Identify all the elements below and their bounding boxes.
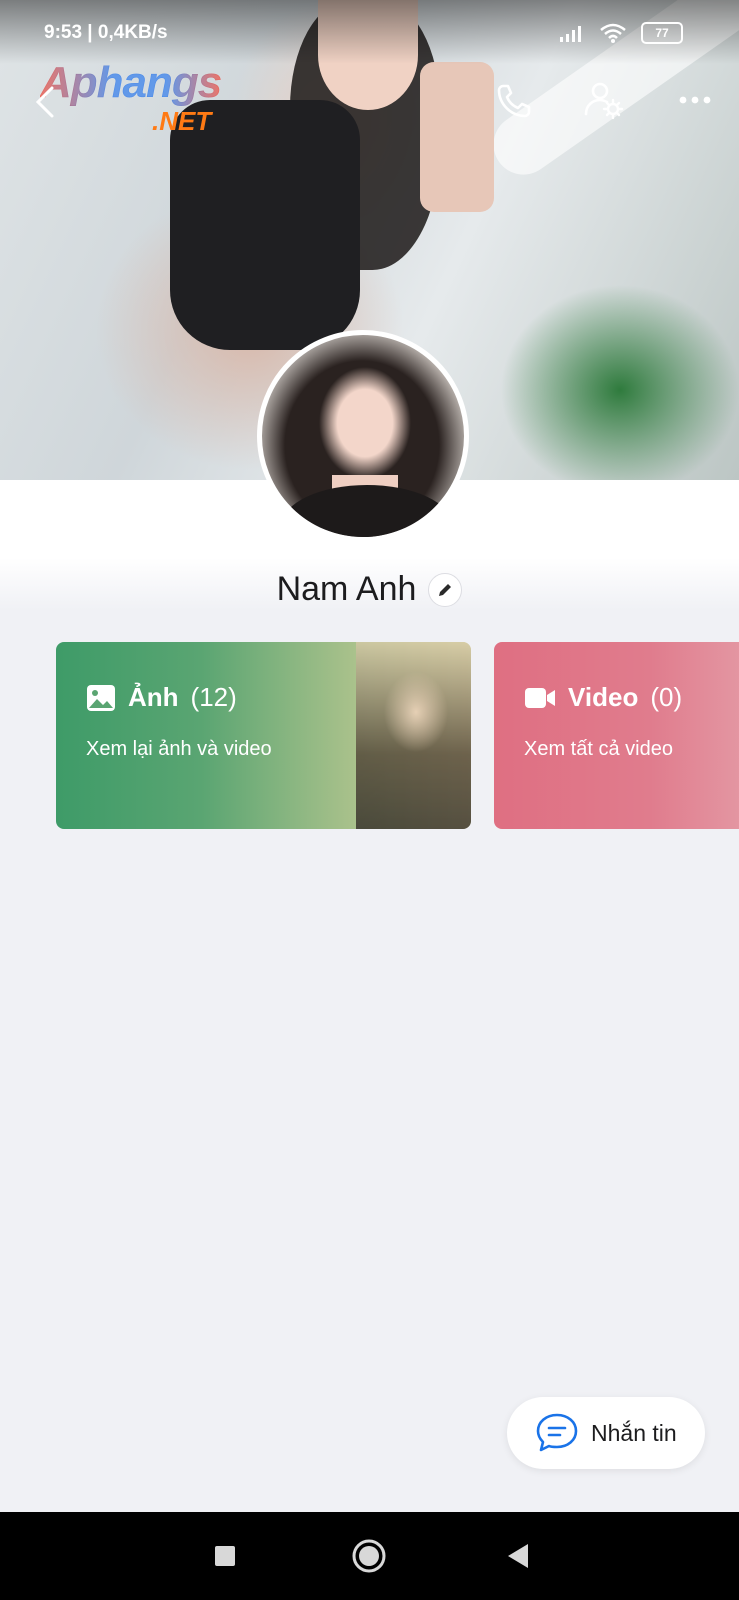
videos-card-count: (0)	[650, 682, 683, 712]
profile-name: Nam Anh	[276, 570, 417, 608]
photos-card-subtitle: Xem lại ảnh và video	[86, 738, 272, 760]
videos-card-title: Video (0)	[524, 682, 682, 713]
photos-card[interactable]: Ảnh (12) Xem lại ảnh và video	[56, 642, 471, 829]
image-icon	[87, 684, 115, 711]
wifi-icon	[600, 23, 626, 43]
videos-card-label: Video	[568, 682, 639, 712]
avatar[interactable]	[257, 330, 469, 542]
status-time: 9:53 | 0,4KB/s	[44, 22, 168, 43]
more-options-icon[interactable]	[673, 78, 717, 122]
photos-card-label: Ảnh	[128, 682, 179, 712]
battery-level: 77	[655, 26, 669, 40]
message-button-label: Nhắn tin	[591, 1419, 677, 1446]
watermark-line1: Aphangs	[40, 58, 222, 107]
message-button[interactable]: Nhắn tin	[507, 1397, 705, 1469]
status-icons: 77	[559, 22, 683, 44]
pencil-icon	[439, 583, 452, 596]
videos-card[interactable]: Video (0) Xem tất cả video	[494, 642, 739, 829]
video-camera-icon	[525, 687, 555, 708]
photos-card-count: (12)	[190, 682, 237, 712]
profile-name-row: Nam Anh	[0, 570, 739, 609]
back-arrow-icon[interactable]	[30, 82, 60, 122]
watermark-logo: Aphangs .NET	[40, 58, 222, 136]
edit-name-button[interactable]	[428, 572, 463, 607]
system-navigation-bar	[0, 1512, 739, 1600]
back-nav-icon[interactable]	[500, 1536, 540, 1576]
watermark-line2: .NET	[152, 106, 212, 136]
status-bar: 9:53 | 0,4KB/s 77	[0, 0, 739, 64]
photos-card-title: Ảnh (12)	[86, 682, 237, 713]
recent-apps-icon[interactable]	[205, 1536, 245, 1576]
phone-call-icon[interactable]	[493, 78, 537, 122]
battery-icon: 77	[641, 22, 683, 44]
signal-icon	[560, 26, 581, 42]
videos-card-subtitle: Xem tất cả video	[524, 738, 673, 760]
user-settings-icon[interactable]	[582, 78, 626, 122]
photos-card-thumbnail	[356, 642, 471, 829]
chat-bubble-icon	[536, 1413, 578, 1452]
home-icon[interactable]	[349, 1536, 389, 1576]
